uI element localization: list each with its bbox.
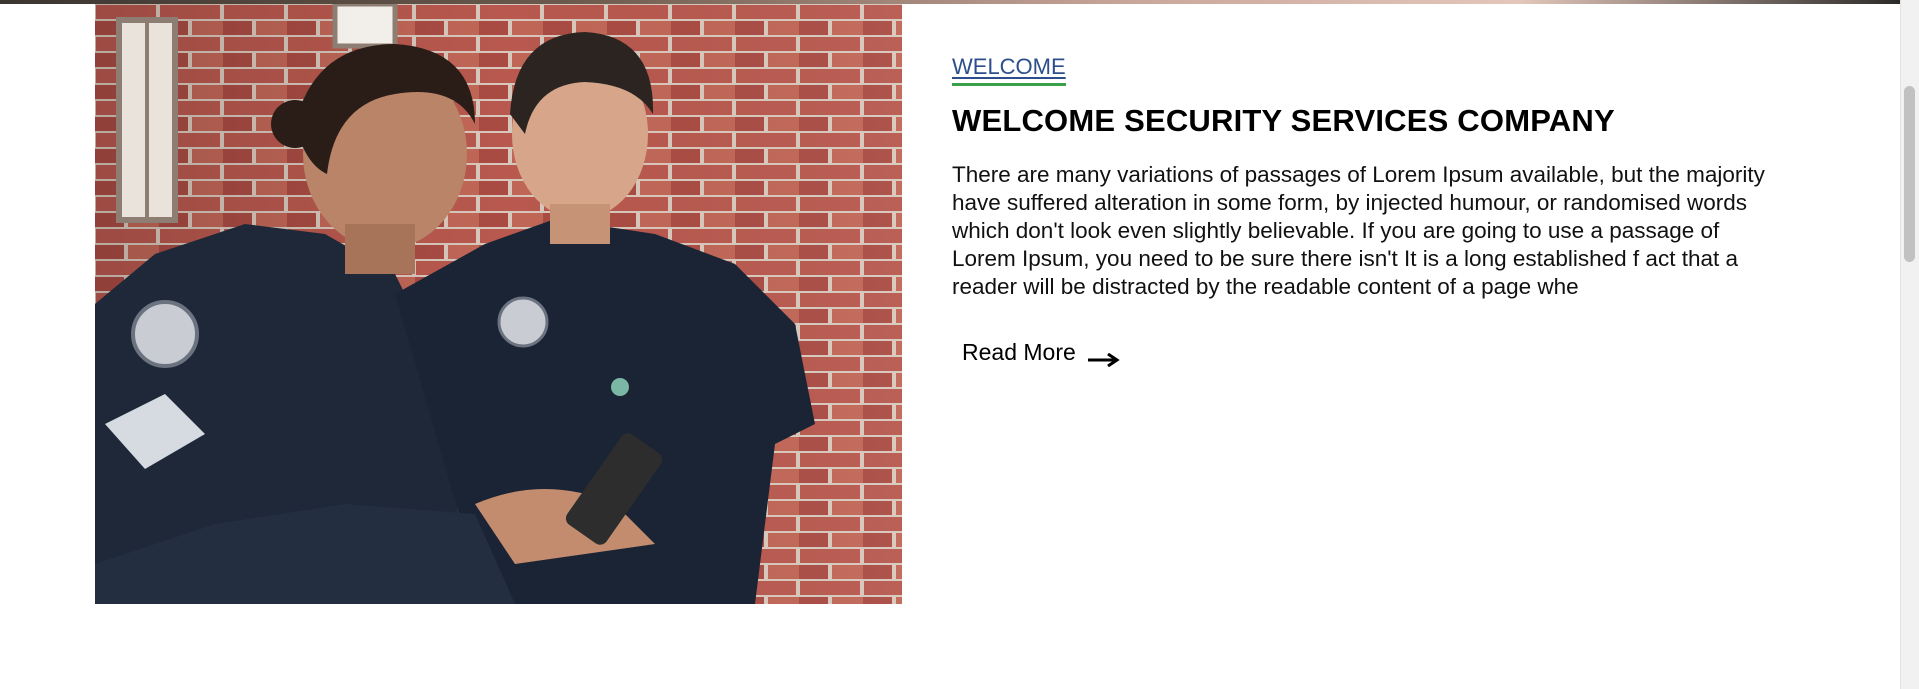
welcome-section: WELCOME WELCOME SECURITY SERVICES COMPAN…	[952, 54, 1772, 367]
welcome-eyebrow-link[interactable]: WELCOME	[952, 54, 1066, 86]
read-more-label: Read More	[962, 339, 1076, 365]
read-more-link[interactable]: Read More	[962, 339, 1120, 367]
welcome-description: There are many variations of passages of…	[952, 162, 1765, 299]
welcome-title: WELCOME SECURITY SERVICES COMPANY	[952, 103, 1615, 138]
scrollbar-thumb[interactable]	[1904, 86, 1915, 262]
security-guards-photo	[95, 4, 902, 604]
arrow-right-icon	[1087, 346, 1120, 367]
